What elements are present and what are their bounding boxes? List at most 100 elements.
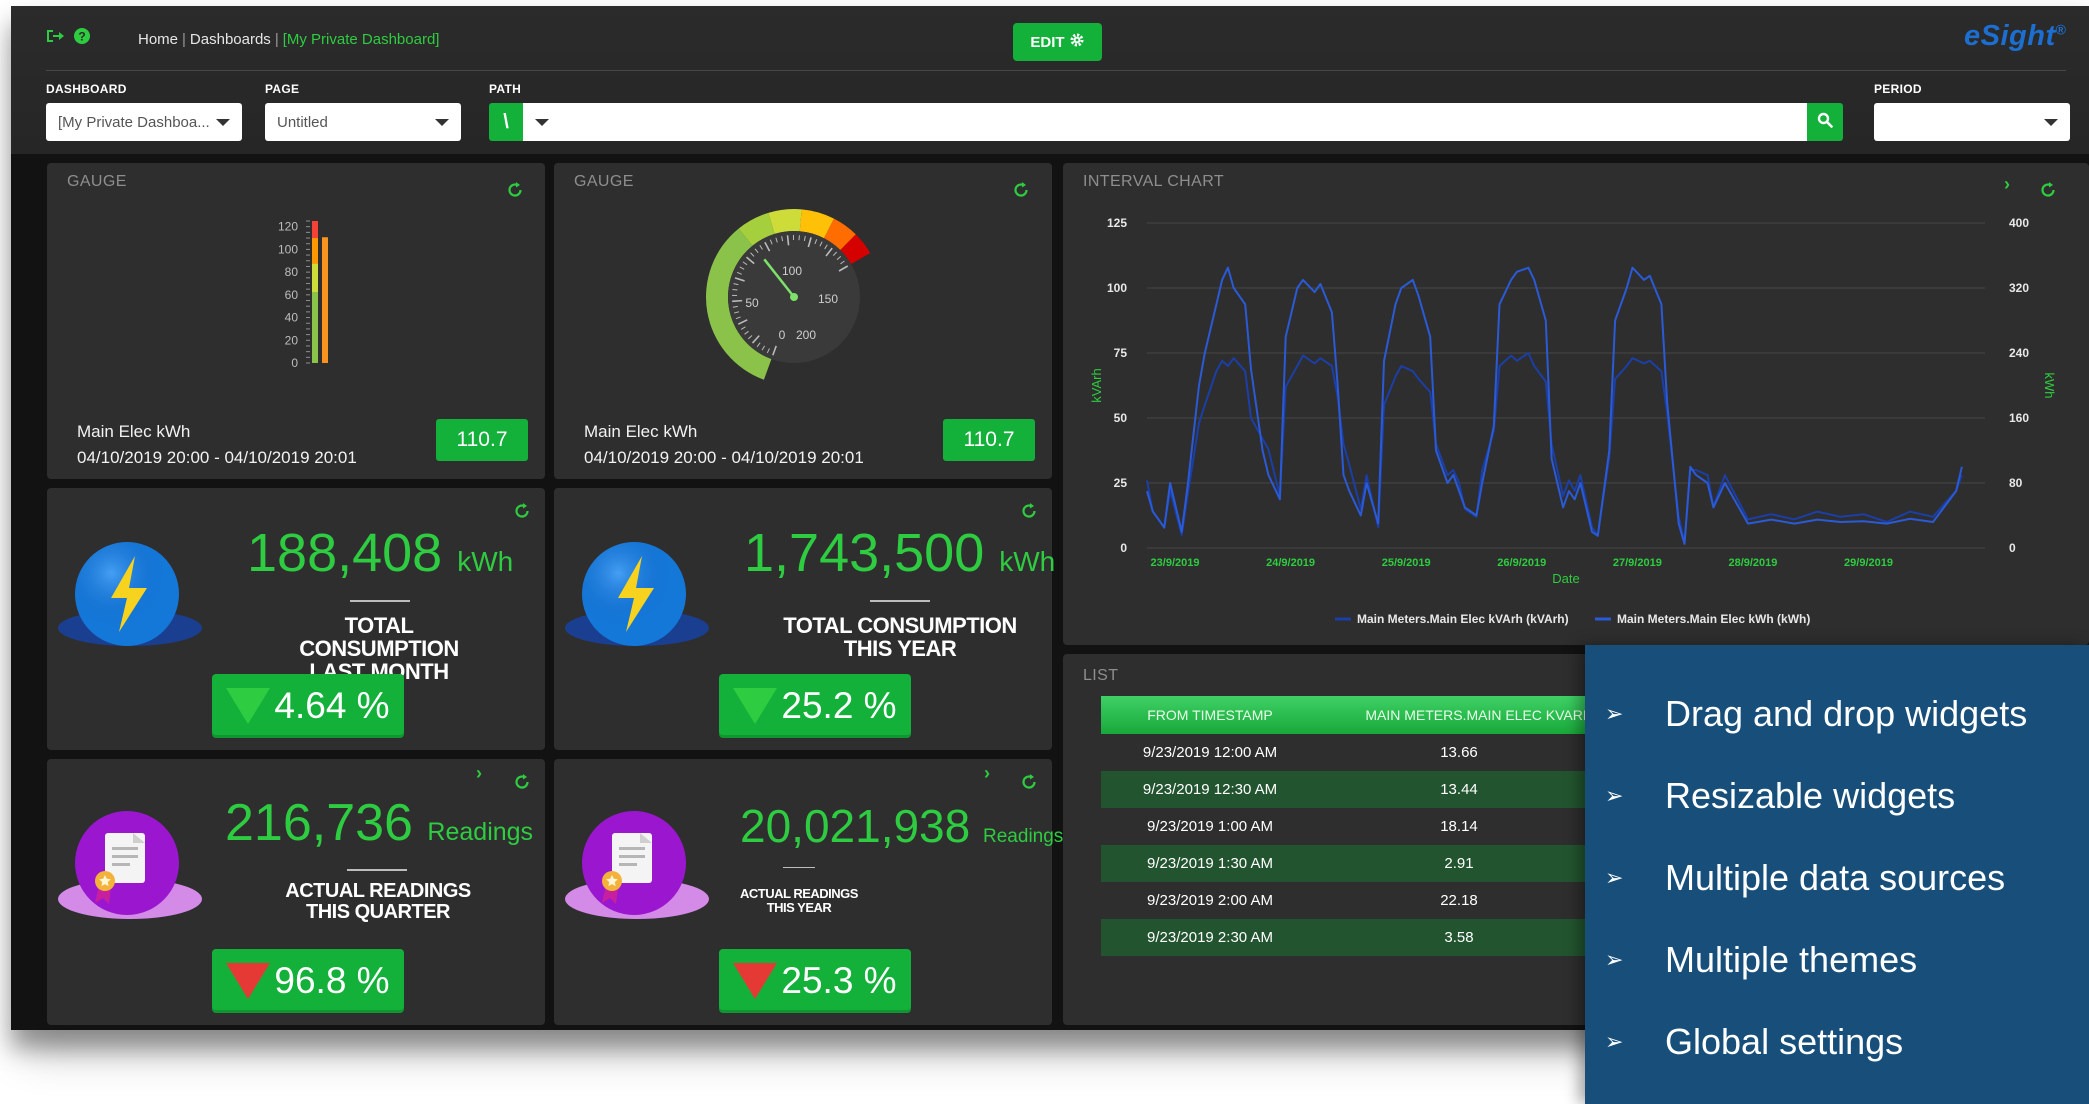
refresh-icon[interactable] — [513, 773, 531, 791]
dial-tick-label: 200 — [796, 328, 816, 342]
refresh-icon[interactable] — [506, 181, 524, 199]
refresh-icon[interactable] — [513, 502, 531, 520]
lightning-icon — [562, 536, 712, 657]
y-tick-right: 240 — [2009, 346, 2029, 360]
column-header-timestamp[interactable]: FROM TIMESTAMP — [1101, 696, 1319, 734]
search-icon — [1817, 112, 1833, 133]
cell-timestamp: 9/23/2019 2:30 AM — [1101, 919, 1319, 956]
series-line — [1146, 352, 1963, 544]
kpi-unit: kWh — [999, 546, 1056, 577]
kpi-widget-1[interactable]: 188,408 kWh TOTAL CONSUMPTION LAST MONTH … — [47, 488, 545, 750]
y-tick-left: 25 — [1114, 476, 1128, 490]
chevron-right-icon[interactable]: › — [984, 763, 990, 784]
kpi-change-badge: 96.8 % — [212, 949, 404, 1013]
table-row[interactable]: 9/23/2019 1:00 AM 18.14 — [1101, 808, 1599, 845]
gauge-level-bar — [322, 237, 328, 363]
svg-text:?: ? — [78, 30, 85, 44]
y-tick-left: 50 — [1114, 411, 1128, 425]
gauge-range: 04/10/2019 20:00 - 04/10/2019 20:01 — [584, 448, 864, 467]
feature-item: ➢ Multiple themes — [1605, 939, 1917, 981]
breadcrumb-home[interactable]: Home — [138, 31, 178, 48]
gauge-tick-label: 60 — [285, 288, 299, 302]
gauge-tick-label: 40 — [285, 311, 299, 325]
kpi-unit: kWh — [457, 546, 514, 577]
gauge-value: 110.7 — [436, 419, 528, 461]
table-row[interactable]: 9/23/2019 1:30 AM 2.91 — [1101, 845, 1599, 882]
kpi-widget-2[interactable]: 1,743,500 kWh TOTAL CONSUMPTION THIS YEAR… — [554, 488, 1056, 750]
gauge-scale-band — [312, 263, 318, 292]
widget-title: LIST — [1083, 667, 1119, 684]
help-icon[interactable]: ? — [73, 27, 91, 50]
logo-trademark: ® — [2055, 21, 2067, 38]
breadcrumb-dashboards[interactable]: Dashboards — [190, 31, 271, 48]
kpi-change-badge: 4.64 % — [212, 674, 404, 738]
feature-item: ➢ Multiple data sources — [1605, 857, 2005, 899]
path-search-button[interactable] — [1807, 103, 1843, 141]
feature-text: Multiple themes — [1665, 939, 1918, 980]
breadcrumb: Home | Dashboards | [My Private Dashboard] — [138, 31, 440, 48]
widget-title: GAUGE — [574, 173, 634, 190]
kpi-value: 20,021,938 Readings — [740, 799, 1063, 853]
kpi-value: 188,408 kWh — [247, 522, 513, 584]
gauge-range: 04/10/2019 20:00 - 04/10/2019 20:01 — [77, 448, 357, 467]
edit-label: EDIT — [1030, 33, 1065, 51]
path-label: PATH — [489, 82, 522, 96]
gear-icon — [1069, 32, 1085, 52]
chevron-right-icon[interactable]: › — [476, 763, 482, 784]
refresh-icon[interactable] — [1020, 502, 1038, 520]
table-row[interactable]: 9/23/2019 2:00 AM 22.18 — [1101, 882, 1599, 919]
gauge-scale-band — [312, 292, 318, 363]
x-tick: 23/9/2019 — [1151, 557, 1200, 569]
kpi-title-line2: THIS YEAR — [766, 899, 832, 915]
cell-value: 18.14 — [1440, 818, 1478, 835]
gauge-label: Main Elec kWh — [584, 422, 698, 441]
trend-down-icon — [733, 688, 778, 724]
table-row[interactable]: 9/23/2019 2:30 AM 3.58 — [1101, 919, 1599, 956]
y-tick-right: 320 — [2009, 281, 2029, 295]
cell-value: 13.44 — [1319, 771, 1599, 808]
page-label: PAGE — [265, 82, 300, 96]
chevron-down-icon[interactable] — [535, 118, 549, 126]
interval-chart-widget[interactable]: INTERVAL CHART › 125 100 75 50 25 0 400 320 240 1… — [1063, 163, 2089, 645]
column-header-kvarh[interactable]: MAIN METERS.MAIN ELEC KVARH — [1319, 696, 1599, 734]
arrow-bullet-icon: ➢ — [1605, 1029, 1624, 1054]
arrow-bullet-icon: ➢ — [1605, 783, 1624, 808]
period-select[interactable] — [1874, 103, 2070, 141]
cell-value: 13.66 — [1440, 744, 1478, 761]
y-tick-right: 80 — [2009, 476, 2023, 490]
dashboard-select[interactable]: [My Private Dashboa... — [46, 103, 242, 141]
feature-text: Resizable widgets — [1665, 775, 1956, 816]
x-tick: 24/9/2019 — [1266, 557, 1315, 569]
x-tick: 25/9/2019 — [1382, 557, 1431, 569]
gauge-dial-widget[interactable]: GAUGE 0 50 100 150 200 Main Elec kWh 04/10/2… — [554, 163, 1052, 479]
kpi-value: 216,736 Readings — [225, 793, 533, 853]
y-tick-right: 0 — [2009, 541, 2016, 555]
table-row[interactable]: 9/23/2019 12:30 AM 13.44 — [1101, 771, 1599, 808]
path-input[interactable] — [523, 103, 1807, 141]
page-select[interactable]: Untitled — [265, 103, 461, 141]
y-tick-left: 75 — [1114, 346, 1128, 360]
refresh-icon[interactable] — [1020, 773, 1038, 791]
table-row[interactable]: 9/23/2019 12:00 AM 13.66 — [1101, 734, 1599, 771]
gauge-tick-label: 0 — [291, 356, 298, 370]
kpi-change: 25.3 % — [781, 960, 897, 1001]
gauge-scale-band — [312, 221, 318, 239]
dashboard-label: DASHBOARD — [46, 82, 127, 96]
kpi-number: 188,408 — [247, 523, 443, 583]
kpi-widget-4[interactable]: › 20,021,938 Readings ACTUAL READINGS THI… — [554, 759, 1063, 1025]
feature-text: Multiple data sources — [1665, 857, 2006, 898]
kpi-number: 20,021,938 — [740, 800, 971, 852]
logout-icon[interactable] — [46, 28, 64, 49]
lightning-icon — [55, 536, 205, 657]
kpi-title: ACTUAL READINGS THIS YEAR — [728, 887, 870, 914]
gauge-scale-band — [312, 238, 318, 264]
kpi-widget-3[interactable]: › 216,736 Readings ACTUAL READINGS THIS Q… — [47, 759, 545, 1025]
edit-button[interactable]: EDIT — [1013, 23, 1102, 61]
arrow-bullet-icon: ➢ — [1605, 865, 1624, 890]
kpi-change: 25.2 % — [781, 685, 897, 726]
list-table: FROM TIMESTAMP MAIN METERS.MAIN ELEC KVA… — [1101, 696, 1599, 956]
dial-tick — [732, 299, 743, 303]
path-root-button[interactable]: \ — [489, 103, 523, 141]
gauge-bar-widget[interactable]: GAUGE 120 100 80 60 40 20 0 Main Elec kWh 04/1… — [47, 163, 545, 479]
cell-value: 2.91 — [1319, 845, 1599, 882]
